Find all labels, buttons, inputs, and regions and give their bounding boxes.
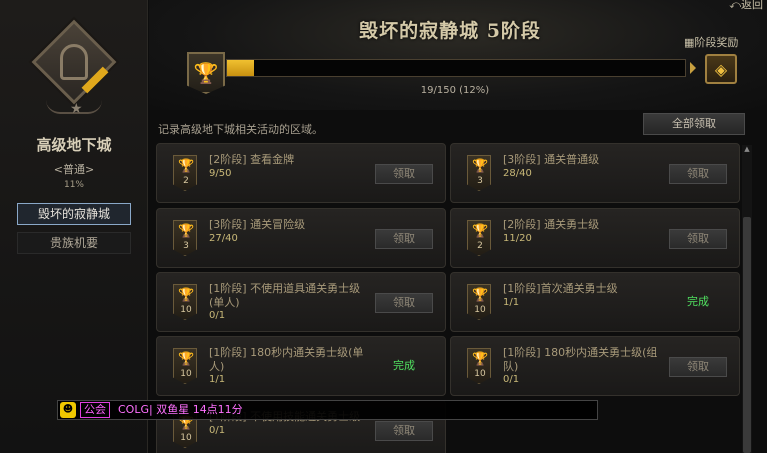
claim-button[interactable]: 领取	[669, 229, 727, 249]
trophy-icon: 🏆 3	[467, 155, 491, 191]
achievement-count: 1/1	[503, 297, 520, 308]
trophy-icon: 🏆 3	[173, 220, 197, 256]
tier-number: 10	[180, 433, 192, 443]
achievement-card: 🏆 10 [1阶段] 180秒内通关勇士级(组队) 0/1 领取	[450, 336, 740, 396]
trophy-icon: 🏆 10	[173, 284, 197, 320]
achievement-card: 🏆 10 [1阶段] 180秒内通关勇士级(单人) 1/1 完成	[156, 336, 446, 396]
achievement-card: 🏆 3 [3阶段] 通关冒险级 27/40 领取	[156, 208, 446, 268]
trophy-icon: 🏆	[187, 52, 225, 94]
stage-progress-bar	[226, 59, 686, 77]
achievement-title: [2阶段] 查看金牌	[209, 153, 295, 166]
achievement-card: 🏆 2 [2阶段] 查看金牌 9/50 领取	[156, 143, 446, 203]
achievement-title: [3阶段] 通关普通级	[503, 153, 600, 166]
sidebar: ★ 高级地下城 <普通> 11% 毁坏的寂静城 贵族机要	[0, 0, 148, 453]
claim-all-button[interactable]: 全部领取	[643, 113, 745, 135]
tier-number: 10	[180, 305, 192, 315]
back-icon: ⤺	[729, 0, 741, 11]
achievement-title: [2阶段] 通关勇士级	[503, 218, 600, 231]
claim-button[interactable]: 领取	[375, 293, 433, 313]
completed-label: 完成	[393, 359, 415, 372]
back-button[interactable]: ⤺返回	[729, 0, 763, 12]
completed-label: 完成	[687, 295, 709, 308]
tier-number: 10	[474, 369, 486, 379]
description: 记录高级地下城相关活动的区域。	[158, 123, 323, 136]
chat-channel-tag[interactable]: 公会	[80, 402, 110, 418]
claim-button[interactable]: 领取	[669, 164, 727, 184]
achievement-count: 27/40	[209, 233, 238, 244]
chat-bar: ☻ 公会 COLG| 双鱼星 14点11分	[57, 400, 598, 420]
tier-number: 2	[477, 241, 483, 251]
trophy-icon: 🏆 2	[467, 220, 491, 256]
achievement-title: [3阶段] 通关冒险级	[209, 218, 306, 231]
achievement-card: 🏆 3 [3阶段] 通关普通级 28/40 领取	[450, 143, 740, 203]
dungeon-emblem-icon	[30, 18, 118, 106]
achievement-count: 0/1	[503, 374, 520, 385]
trophy-icon: 🏆 2	[173, 155, 197, 191]
trophy-icon: 🏆 10	[173, 348, 197, 384]
achievement-title: [1阶段] 不使用道具通关勇士级(单人)	[209, 282, 361, 309]
trophy-icon: 🏆 10	[467, 348, 491, 384]
tier-number: 10	[180, 369, 192, 379]
scrollbar[interactable]: ▲	[742, 145, 752, 453]
claim-button[interactable]: 领取	[375, 421, 433, 441]
achievement-card: 🏆 10 [1阶段] 不使用道具通关勇士级(单人) 0/1 领取	[156, 272, 446, 332]
smiley-icon[interactable]: ☻	[60, 402, 76, 418]
claim-button[interactable]: 领取	[375, 229, 433, 249]
achievement-title: [1阶段]首次通关勇士级	[503, 282, 618, 295]
star-icon: ★	[70, 101, 83, 117]
sidebar-item-noble-secrets[interactable]: 贵族机要	[17, 232, 131, 254]
sidebar-title: 高级地下城	[36, 136, 112, 154]
achievement-count: 0/1	[209, 310, 226, 321]
sidebar-item-ruined-silent-city[interactable]: 毁坏的寂静城	[17, 203, 131, 225]
achievement-count: 1/1	[209, 374, 226, 385]
achievement-title: [1阶段] 180秒内通关勇士级(单人)	[209, 346, 364, 373]
achievement-count: 11/20	[503, 233, 532, 244]
chat-message: COLG| 双鱼星 14点11分	[118, 403, 243, 416]
achievement-count: 0/1	[209, 425, 226, 436]
stage-progress-fill	[227, 60, 255, 76]
progress-arrow-icon	[690, 62, 696, 74]
achievement-count: 9/50	[209, 168, 232, 179]
tier-number: 3	[477, 176, 483, 186]
page-title: 毁坏的寂静城 5阶段	[359, 20, 541, 42]
stage-reward-chest-icon[interactable]: ◈	[705, 54, 737, 84]
stage-reward-label: ▦阶段奖励	[684, 36, 739, 49]
tier-number: 2	[183, 176, 189, 186]
progress-text: 19/150 (12%)	[420, 85, 490, 96]
grid-icon: ▦	[684, 36, 695, 49]
tier-number: 3	[183, 241, 189, 251]
tier-number: 10	[474, 305, 486, 315]
claim-button[interactable]: 领取	[669, 357, 727, 377]
scroll-up-icon[interactable]: ▲	[742, 145, 752, 155]
claim-button[interactable]: 领取	[375, 164, 433, 184]
trophy-icon: 🏆 10	[467, 284, 491, 320]
achievement-card: 🏆 10 [1阶段]首次通关勇士级 1/1 完成	[450, 272, 740, 332]
achievement-title: [1阶段] 180秒内通关勇士级(组队)	[503, 346, 658, 373]
difficulty-label: <普通>	[53, 163, 95, 176]
scroll-thumb[interactable]	[743, 217, 751, 453]
sidebar-percent: 11%	[63, 180, 84, 190]
achievement-count: 28/40	[503, 168, 532, 179]
achievement-card: 🏆 2 [2阶段] 通关勇士级 11/20 领取	[450, 208, 740, 268]
